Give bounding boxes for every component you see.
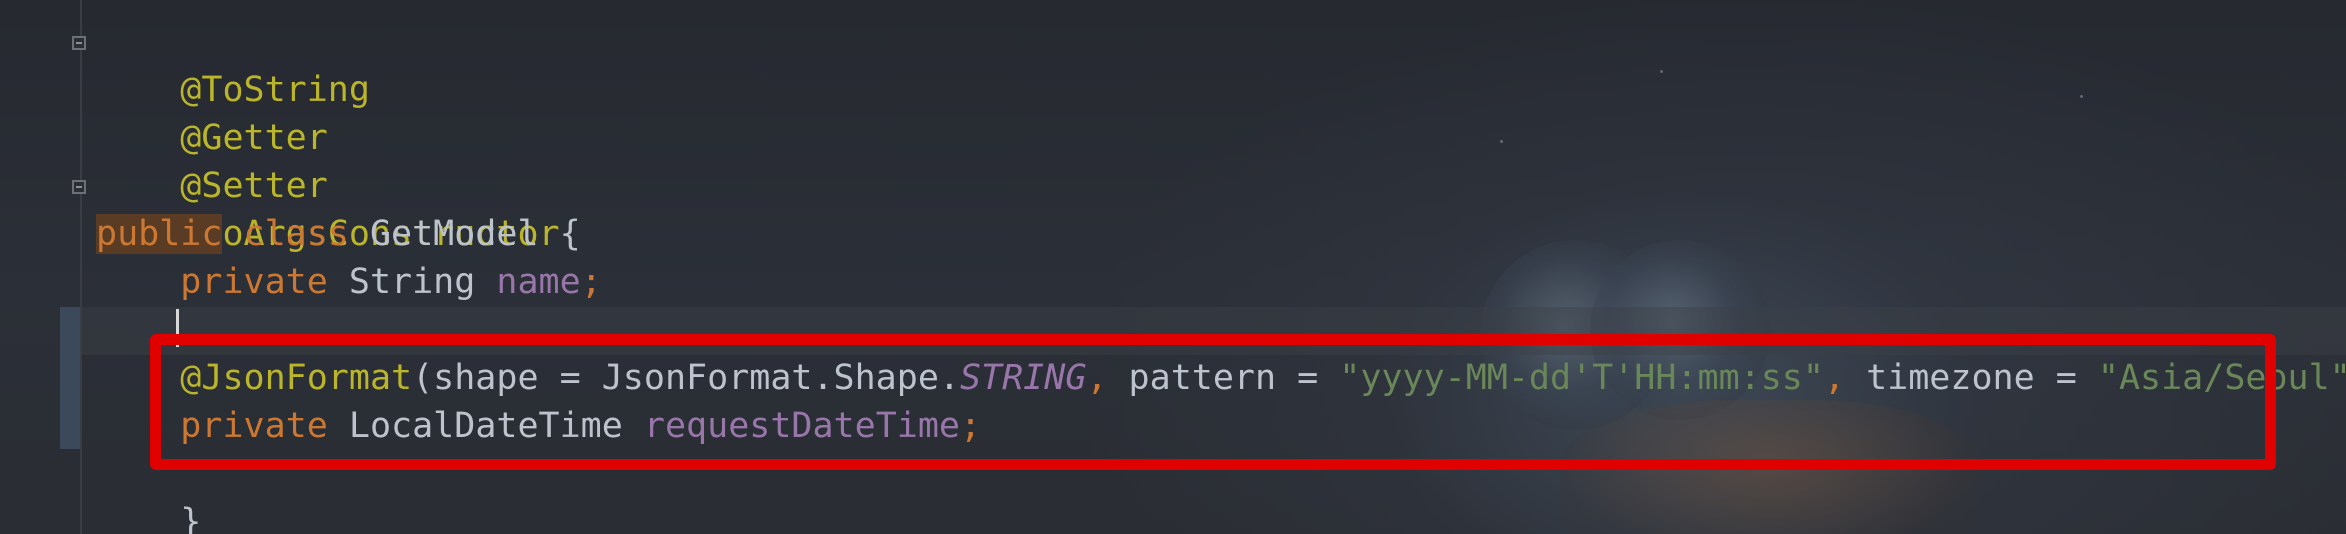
fold-end-icon[interactable]	[72, 180, 86, 194]
keyword-public: public	[96, 214, 223, 254]
fold-start-icon[interactable]	[72, 36, 86, 50]
code-line[interactable]: public class GetModel {	[96, 210, 581, 258]
type-name: String	[348, 262, 476, 302]
background-star	[1500, 140, 1503, 143]
code-line[interactable]: @Setter	[96, 114, 328, 206]
code-editor[interactable]: @ToString @Getter @Setter @NoArgsConstru…	[0, 0, 2346, 534]
keyword-class: class	[243, 214, 349, 254]
keyword-private: private	[180, 262, 328, 302]
field-name: name	[496, 262, 581, 302]
code-line[interactable]: @Getter	[96, 66, 328, 158]
code-line[interactable]: @NoArgsConstructor	[96, 162, 559, 254]
code-line[interactable]: @ToString	[96, 18, 370, 110]
class-name: GetModel {	[369, 214, 581, 254]
gutter-divider	[80, 0, 82, 534]
closing-brace: }	[180, 502, 202, 534]
highlight-box	[150, 334, 2276, 470]
change-marker	[60, 307, 80, 449]
background-star	[1660, 70, 1663, 73]
semicolon: ;	[580, 262, 602, 302]
code-line[interactable]: private String name;	[96, 258, 602, 306]
background-star	[2080, 95, 2083, 98]
